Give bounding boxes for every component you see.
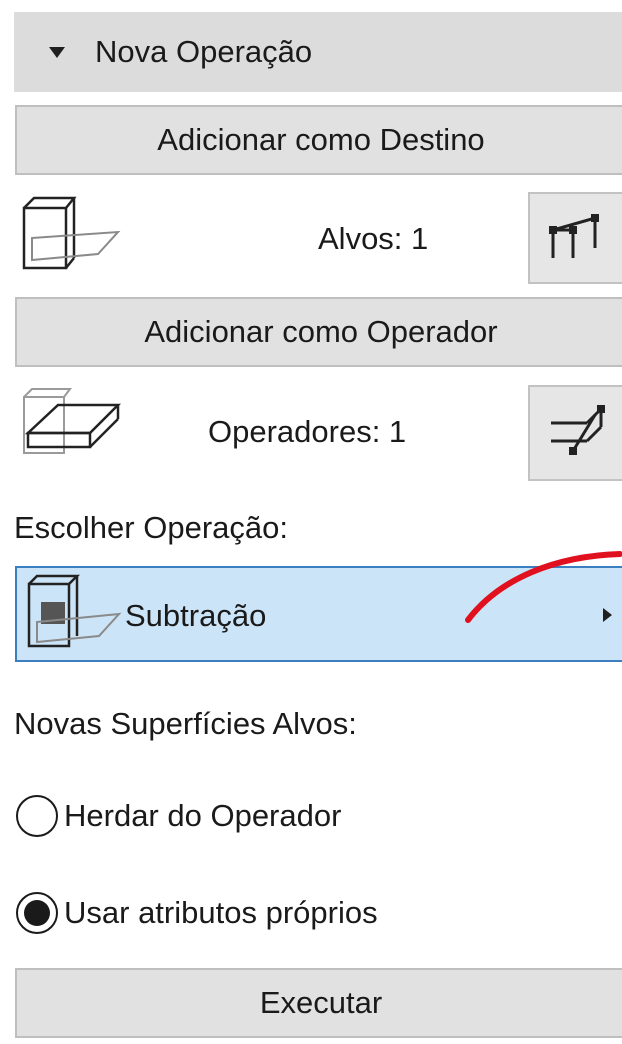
- targets-count: Alvos: 1: [318, 221, 429, 256]
- add-as-operator-button[interactable]: Adicionar como Operador: [15, 297, 622, 367]
- add-as-target-button[interactable]: Adicionar como Destino: [15, 105, 622, 175]
- select-operators-button[interactable]: [528, 385, 622, 481]
- select-targets-icon: [549, 214, 599, 258]
- disclosure-triangle-icon[interactable]: [49, 46, 65, 58]
- panel-header[interactable]: Nova Operação: [14, 12, 622, 92]
- radio-use-own-attributes[interactable]: Usar atributos próprios: [16, 892, 378, 934]
- radio-dot: [24, 900, 50, 926]
- operator-slab-icon: [18, 385, 128, 467]
- red-annotation-stroke: [465, 551, 622, 623]
- operators-count: Operadores: 1: [208, 414, 407, 449]
- new-target-surfaces-label: Novas Superfícies Alvos:: [14, 706, 357, 741]
- radio-label: Usar atributos próprios: [64, 895, 378, 930]
- radio-button[interactable]: [16, 795, 58, 837]
- subtraction-icon: [23, 572, 123, 656]
- panel-title: Nova Operação: [95, 34, 313, 69]
- select-targets-button[interactable]: [528, 192, 622, 284]
- target-slab-icon: [18, 192, 128, 274]
- execute-button[interactable]: Executar: [15, 968, 622, 1038]
- radio-button-selected[interactable]: [16, 892, 58, 934]
- selected-operation: Subtração: [125, 598, 267, 633]
- select-operators-icon: [551, 405, 605, 455]
- choose-operation-label: Escolher Operação:: [14, 510, 288, 545]
- radio-label: Herdar do Operador: [64, 798, 342, 833]
- radio-inherit-from-operator[interactable]: Herdar do Operador: [16, 795, 341, 837]
